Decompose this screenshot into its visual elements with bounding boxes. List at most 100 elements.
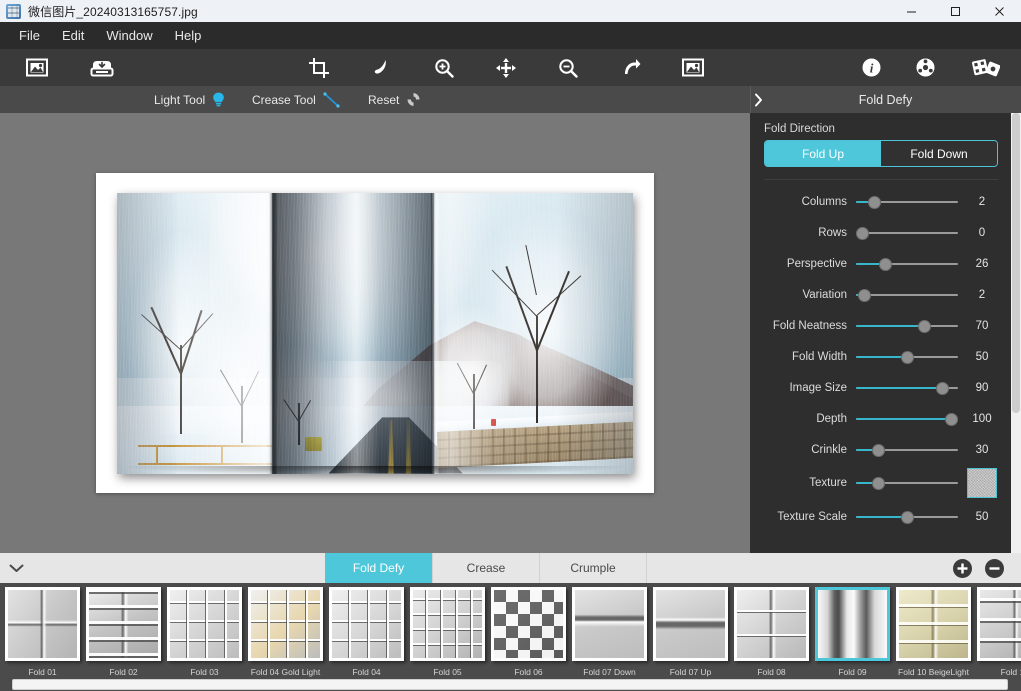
slider-knob[interactable] xyxy=(900,350,914,364)
title-bar: 微信图片_20240313165757.jpg xyxy=(0,0,1021,22)
slider-knob[interactable] xyxy=(872,443,886,457)
close-button[interactable] xyxy=(977,0,1021,22)
slider-control[interactable] xyxy=(856,225,958,241)
settings-icon[interactable] xyxy=(906,49,944,86)
slider-control[interactable] xyxy=(856,475,958,491)
preset-thumbnail-label: Fold 07 Down xyxy=(583,667,636,677)
crease-tool-button[interactable]: Crease Tool xyxy=(252,86,341,113)
fold-up-button[interactable]: Fold Up xyxy=(765,141,881,166)
reset-button[interactable]: Reset xyxy=(368,86,421,113)
preset-thumbnail[interactable]: Fold 04 xyxy=(326,583,407,678)
slider-knob[interactable] xyxy=(857,288,871,302)
collapse-chevron-down-icon[interactable] xyxy=(0,553,32,583)
slider-knob[interactable] xyxy=(900,510,914,524)
preset-thumbnail-image[interactable] xyxy=(491,587,566,661)
image-canvas[interactable] xyxy=(0,113,750,553)
presets-icon[interactable] xyxy=(962,49,1010,86)
menu-item-window[interactable]: Window xyxy=(95,24,163,47)
info-icon[interactable]: i xyxy=(852,49,890,86)
slider-value: 90 xyxy=(975,381,989,394)
slider-control[interactable] xyxy=(856,442,958,458)
panel-scrollbar-thumb[interactable] xyxy=(1012,113,1020,413)
slider-knob[interactable] xyxy=(945,412,958,426)
sub-toolbar: Light Tool Crease Tool Reset Fold Defy xyxy=(0,86,1021,113)
slider-knob[interactable] xyxy=(918,319,932,333)
slider-label: Columns xyxy=(801,195,847,208)
slider-row: Depth 100 xyxy=(750,403,1012,434)
fold-down-button[interactable]: Fold Down xyxy=(881,141,997,166)
preset-thumbnail-strip[interactable]: Fold 01 Fold 02 Fold 03 Fold 04 Gold Light F… xyxy=(0,583,1021,691)
effect-tab-bar: Fold Defy Crease Crumple xyxy=(0,553,1021,583)
slider-value: 2 xyxy=(978,195,986,208)
fit-image-icon[interactable] xyxy=(674,49,712,86)
preset-thumbnail[interactable]: Fold 05 xyxy=(407,583,488,678)
preset-thumbnail[interactable]: Fold 08 xyxy=(731,583,812,678)
add-preset-button[interactable] xyxy=(953,558,972,578)
preset-thumbnail[interactable]: Fold 07 Down xyxy=(569,583,650,678)
preset-thumbnail[interactable]: Fold 07 Up xyxy=(650,583,731,678)
tab-crease[interactable]: Crease xyxy=(432,553,539,583)
save-image-icon[interactable] xyxy=(83,49,121,86)
open-image-icon[interactable] xyxy=(18,49,56,86)
strip-scrollbar-thumb[interactable] xyxy=(14,681,519,688)
texture-swatch[interactable] xyxy=(967,468,997,498)
preset-thumbnail[interactable]: Fold 09 xyxy=(812,583,893,678)
tab-fold-defy[interactable]: Fold Defy xyxy=(325,553,432,583)
preset-thumbnail[interactable]: Fold 04 Gold Light xyxy=(245,583,326,678)
light-tool-button[interactable]: Light Tool xyxy=(154,86,225,113)
slider-knob[interactable] xyxy=(868,195,882,209)
preset-thumbnail-image[interactable] xyxy=(815,587,890,661)
preset-thumbnail-image[interactable] xyxy=(329,587,404,661)
slider-knob[interactable] xyxy=(879,257,893,271)
brush-icon[interactable] xyxy=(362,49,400,86)
preset-pattern xyxy=(494,590,563,658)
panel-scrollbar[interactable] xyxy=(1011,113,1021,553)
preset-thumbnail[interactable]: Fold 11 xyxy=(974,583,1021,678)
preset-thumbnail-image[interactable] xyxy=(86,587,161,661)
slider-row: Fold Neatness 70 xyxy=(750,310,1012,341)
tab-crumple[interactable]: Crumple xyxy=(539,553,646,583)
slider-control[interactable] xyxy=(856,509,958,525)
remove-preset-button[interactable] xyxy=(985,558,1004,578)
menu-item-help[interactable]: Help xyxy=(164,24,213,47)
preset-thumbnail-image[interactable] xyxy=(248,587,323,661)
slider-control[interactable] xyxy=(856,349,958,365)
slider-knob[interactable] xyxy=(936,381,950,395)
preset-thumbnail[interactable]: Fold 02 xyxy=(83,583,164,678)
preset-thumbnail[interactable]: Fold 01 xyxy=(2,583,83,678)
preset-thumbnail-image[interactable] xyxy=(167,587,242,661)
maximize-button[interactable] xyxy=(933,0,977,22)
preset-thumbnail-image[interactable] xyxy=(896,587,971,661)
menu-item-edit[interactable]: Edit xyxy=(51,24,95,47)
preset-thumbnail-image[interactable] xyxy=(734,587,809,661)
slider-control[interactable] xyxy=(856,256,958,272)
preset-thumbnail-image[interactable] xyxy=(977,587,1021,661)
crop-icon[interactable] xyxy=(300,49,338,86)
minimize-button[interactable] xyxy=(889,0,933,22)
preset-thumbnail-image[interactable] xyxy=(410,587,485,661)
preset-thumbnail[interactable]: Fold 10 BeigeLight xyxy=(893,583,974,678)
preset-pattern xyxy=(575,590,644,658)
zoom-in-icon[interactable] xyxy=(425,49,463,86)
preset-thumbnail[interactable]: Fold 06 xyxy=(488,583,569,678)
slider-row: Fold Width 50 xyxy=(750,341,1012,372)
slider-knob[interactable] xyxy=(856,226,869,240)
preset-thumbnail-image[interactable] xyxy=(653,587,728,661)
strip-scrollbar[interactable] xyxy=(12,679,1008,690)
preset-list: Fold 01 Fold 02 Fold 03 Fold 04 Gold Light F… xyxy=(0,583,1021,678)
preset-thumbnail[interactable]: Fold 03 xyxy=(164,583,245,678)
menu-item-file[interactable]: File xyxy=(8,24,51,47)
slider-control[interactable] xyxy=(856,194,958,210)
slider-control[interactable] xyxy=(856,380,958,396)
slider-knob[interactable] xyxy=(872,477,886,490)
zoom-out-icon[interactable] xyxy=(549,49,587,86)
preset-thumbnail-image[interactable] xyxy=(572,587,647,661)
slider-control[interactable] xyxy=(856,411,958,427)
pan-icon[interactable] xyxy=(487,49,525,86)
main-toolbar: i xyxy=(0,49,1021,86)
redo-icon[interactable] xyxy=(612,49,650,86)
preset-thumbnail-image[interactable] xyxy=(5,587,80,661)
slider-control[interactable] xyxy=(856,318,958,334)
slider-control[interactable] xyxy=(856,287,958,303)
yellow-object xyxy=(305,436,322,452)
